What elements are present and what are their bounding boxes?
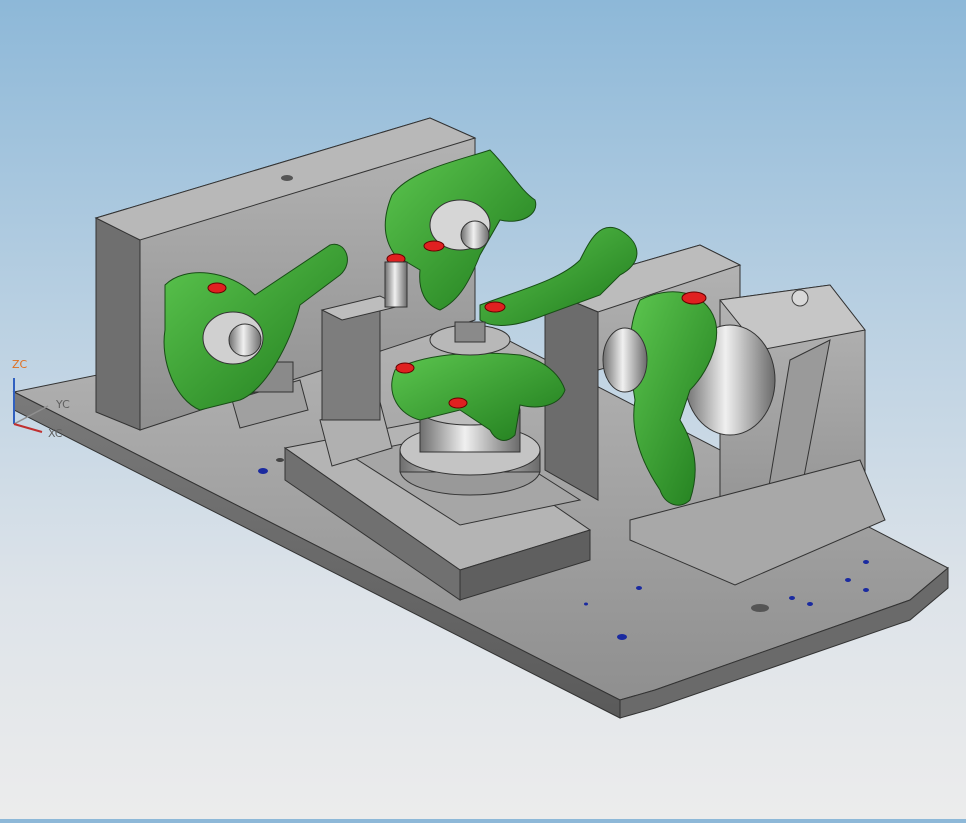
x-axis-label: XC bbox=[48, 427, 63, 440]
y-axis-label: YC bbox=[55, 398, 70, 411]
z-axis-label: ZC bbox=[12, 358, 28, 371]
y-axis-line bbox=[13, 405, 49, 425]
coordinate-triad: ZC YC XC bbox=[12, 358, 70, 440]
cad-model-render[interactable] bbox=[0, 0, 966, 819]
x-axis-line bbox=[13, 423, 43, 433]
graphics-viewport[interactable]: ZC YC XC bbox=[0, 0, 966, 819]
